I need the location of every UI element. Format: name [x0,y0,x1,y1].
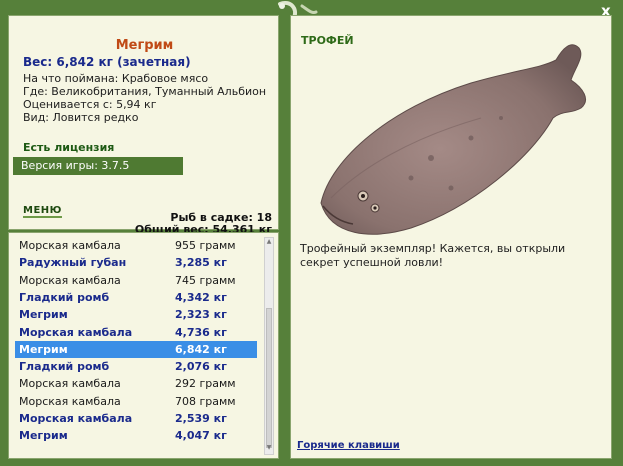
list-item-weight: 708 грамм [175,394,236,408]
trophy-panel: ТРОФЕЙ Трофейный экземпляр! Кажется, вы … [290,15,612,459]
list-item-name: Морская камбала [19,325,133,339]
list-item-weight: 2,323 кг [175,308,227,322]
fish-rarity: Вид: Ловится редко [23,111,139,124]
list-item-weight: 292 грамм [175,377,236,391]
list-item[interactable]: Радужный губан 3,285 кг [15,254,257,271]
list-item[interactable]: Мегрим 2,323 кг [15,306,257,323]
version-bar: Версия игры: 3.7.5 [13,157,183,175]
hotkeys-link[interactable]: Горячие клавиши [297,440,400,451]
list-item[interactable]: Морская камбала 955 грамм [15,237,257,254]
list-item[interactable]: Морская камбала 2,539 кг [15,410,257,427]
list-item-weight: 4,342 кг [175,290,227,304]
list-item-name: Гладкий ромб [19,360,110,374]
list-item[interactable]: Мегрим 4,047 кг [15,427,257,444]
list-item-name: Морская камбала [19,412,133,425]
list-item-weight: 4,047 кг [175,429,227,443]
list-scrollbar[interactable]: ▲ ▼ [264,237,274,455]
list-item-name: Гладкий ромб [19,290,110,304]
list-item[interactable]: Гладкий ромб 4,342 кг [15,289,257,306]
list-item[interactable]: Морская камбала 708 грамм [15,393,257,410]
list-item-weight: 4,736 кг [175,325,227,339]
list-item-name: Морская камбала [19,394,121,408]
list-item-name: Радужный губан [19,256,127,270]
license-status: Есть лицензия [23,141,115,154]
fish-location: Где: Великобритания, Туманный Альбион [23,85,267,98]
list-item-weight: 2,539 кг [175,412,227,425]
list-item-name: Морская камбала [19,273,121,287]
list-item-weight: 3,285 кг [175,256,227,270]
list-item[interactable]: Мегрим 6,842 кг [15,340,257,358]
list-item-name: Мегрим [19,429,68,443]
list-item[interactable]: Морская камбала 745 грамм [15,272,257,289]
list-item[interactable]: Морская камбала 4,736 кг [15,324,257,341]
catch-list[interactable]: Морская камбала 955 грамм Радужный губан 3,… [8,232,279,459]
list-item-name: Мегрим [19,308,68,322]
list-item-weight: 955 грамм [175,239,236,252]
flounder-fish-image [320,44,586,235]
list-item-name: Морская камбала [19,377,121,391]
fish-title: Мегрим [115,38,174,53]
list-item-weight: 745 грамм [175,273,236,287]
list-item-weight: 2,076 кг [175,360,227,374]
list-item[interactable]: Гладкий ромб 2,076 кг [15,358,257,375]
list-item-weight: 6,842 кг [175,342,227,356]
fish-weight: Вес: 6,842 кг (зачетная) [23,55,191,69]
scroll-up-icon[interactable]: ▲ [265,238,273,248]
fish-value: Оценивается с: 5,94 кг [23,98,157,111]
list-item[interactable]: Морская камбала 292 грамм [15,375,257,392]
list-item-name: Мегрим [19,342,68,356]
scroll-thumb[interactable] [266,308,272,448]
trophy-label: ТРОФЕЙ [301,34,354,47]
fish-bait: На что поймана: Крабовое мясо [23,72,209,85]
scroll-down-icon[interactable]: ▼ [265,444,273,454]
list-item-name: Морская камбала [19,239,121,252]
fish-info-panel: Мегрим Вес: 6,842 кг (зачетная) На что п… [8,15,279,236]
menu-button[interactable]: МЕНЮ [23,205,62,218]
trophy-description: Трофейный экземпляр! Кажется, вы открыли… [300,242,566,269]
